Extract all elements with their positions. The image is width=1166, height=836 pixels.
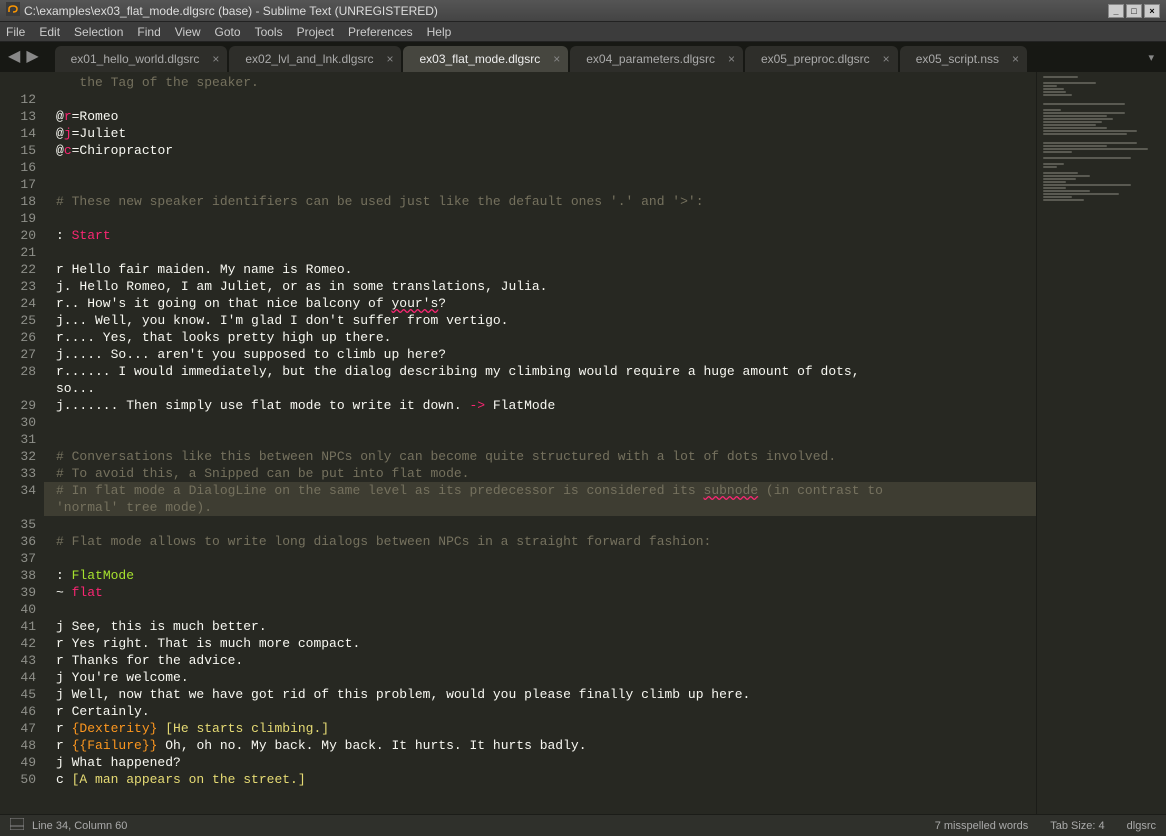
code-line[interactable]	[56, 244, 1036, 261]
tab-menu-icon[interactable]: ▾	[1148, 51, 1154, 64]
tab-ex05_script-nss[interactable]: ex05_script.nss ×	[900, 46, 1027, 72]
code-line[interactable]: # Conversations like this between NPCs o…	[56, 448, 1036, 465]
code-line[interactable]: j..... So... aren't you supposed to clim…	[56, 346, 1036, 363]
code-line[interactable]	[56, 176, 1036, 193]
code-line[interactable]: c [A man appears on the street.]	[56, 771, 1036, 788]
menu-find[interactable]: Find	[137, 25, 160, 39]
maximize-button[interactable]: □	[1126, 4, 1142, 18]
editor-area: 1213141516171819202122232425262728293031…	[0, 72, 1166, 814]
code-line[interactable]: @r=Romeo	[56, 108, 1036, 125]
code-line[interactable]: r...... I would immediately, but the dia…	[56, 363, 1036, 380]
code-line[interactable]: j. Hello Romeo, I am Juliet, or as in so…	[56, 278, 1036, 295]
menu-tools[interactable]: Tools	[255, 25, 283, 39]
code-line[interactable]: j See, this is much better.	[56, 618, 1036, 635]
tab-ex02_lvl_and_lnk-dlgsrc[interactable]: ex02_lvl_and_lnk.dlgsrc ×	[229, 46, 401, 72]
menu-bar: File Edit Selection Find View Goto Tools Projec…	[0, 22, 1166, 42]
panel-switcher-icon[interactable]	[10, 818, 32, 833]
app-icon	[6, 2, 24, 19]
minimize-button[interactable]: _	[1108, 4, 1124, 18]
window-title: C:\examples\ex03_flat_mode.dlgsrc (base)…	[24, 4, 1106, 18]
tab-close-icon[interactable]: ×	[386, 52, 393, 66]
tab-close-icon[interactable]: ×	[728, 52, 735, 66]
code-line[interactable]: ~ flat	[56, 584, 1036, 601]
tab-close-icon[interactable]: ×	[212, 52, 219, 66]
tab-label: ex03_flat_mode.dlgsrc	[419, 52, 540, 66]
code-line[interactable]: j You're welcome.	[56, 669, 1036, 686]
title-bar: C:\examples\ex03_flat_mode.dlgsrc (base)…	[0, 0, 1166, 22]
menu-preferences[interactable]: Preferences	[348, 25, 413, 39]
code-line[interactable]	[56, 516, 1036, 533]
tab-nav-left-icon[interactable]: ◀	[8, 46, 20, 66]
code-line[interactable]: r Thanks for the advice.	[56, 652, 1036, 669]
menu-goto[interactable]: Goto	[215, 25, 241, 39]
code-line[interactable]: r {{Failure}} Oh, oh no. My back. My bac…	[56, 737, 1036, 754]
code-line[interactable]: : Start	[56, 227, 1036, 244]
tab-label: ex02_lvl_and_lnk.dlgsrc	[245, 52, 373, 66]
code-line[interactable]	[56, 414, 1036, 431]
code-line[interactable]: j What happened?	[56, 754, 1036, 771]
menu-selection[interactable]: Selection	[74, 25, 123, 39]
code-line[interactable]: r Hello fair maiden. My name is Romeo.	[56, 261, 1036, 278]
code-line[interactable]: @j=Juliet	[56, 125, 1036, 142]
tab-bar: ◀ ▶ ex01_hello_world.dlgsrc×ex02_lvl_and…	[0, 42, 1166, 72]
code-line[interactable]	[56, 601, 1036, 618]
code-line[interactable]: # In flat mode a DialogLine on the same …	[44, 482, 1036, 499]
code-line[interactable]: r.. How's it going on that nice balcony …	[56, 295, 1036, 312]
code-line[interactable]: r Yes right. That is much more compact.	[56, 635, 1036, 652]
tab-label: ex05_preproc.dlgsrc	[761, 52, 870, 66]
status-syntax[interactable]: dlgsrc	[1127, 820, 1156, 832]
menu-file[interactable]: File	[6, 25, 25, 39]
code-line[interactable]	[56, 550, 1036, 567]
menu-view[interactable]: View	[175, 25, 201, 39]
code-line[interactable]: the Tag of the speaker.	[56, 74, 1036, 91]
tab-ex04_parameters-dlgsrc[interactable]: ex04_parameters.dlgsrc ×	[570, 46, 743, 72]
tab-ex01_hello_world-dlgsrc[interactable]: ex01_hello_world.dlgsrc ×	[55, 46, 228, 72]
code-line[interactable]: # These new speaker identifiers can be u…	[56, 193, 1036, 210]
code-line[interactable]: j... Well, you know. I'm glad I don't su…	[56, 312, 1036, 329]
code-line[interactable]: # Flat mode allows to write long dialogs…	[56, 533, 1036, 550]
code-editor[interactable]: the Tag of the speaker. @r=Romeo@j=Juliet…	[44, 72, 1036, 814]
tab-close-icon[interactable]: ×	[883, 52, 890, 66]
tab-label: ex04_parameters.dlgsrc	[586, 52, 715, 66]
code-line[interactable]	[56, 431, 1036, 448]
close-button[interactable]: ×	[1144, 4, 1160, 18]
tab-ex03_flat_mode-dlgsrc[interactable]: ex03_flat_mode.dlgsrc ×	[403, 46, 568, 72]
tab-close-icon[interactable]: ×	[553, 52, 560, 66]
tab-ex05_preproc-dlgsrc[interactable]: ex05_preproc.dlgsrc ×	[745, 46, 898, 72]
code-line[interactable]: j....... Then simply use flat mode to wr…	[56, 397, 1036, 414]
code-line[interactable]	[56, 91, 1036, 108]
code-line[interactable]: r {Dexterity} [He starts climbing.]	[56, 720, 1036, 737]
code-line[interactable]: r.... Yes, that looks pretty high up the…	[56, 329, 1036, 346]
status-bar: Line 34, Column 60 7 misspelled words Ta…	[0, 814, 1166, 836]
code-line[interactable]: so...	[56, 380, 1036, 397]
status-position[interactable]: Line 34, Column 60	[32, 820, 127, 832]
tab-label: ex01_hello_world.dlgsrc	[71, 52, 200, 66]
code-line[interactable]: : FlatMode	[56, 567, 1036, 584]
code-line[interactable]: r Certainly.	[56, 703, 1036, 720]
code-line[interactable]: 'normal' tree mode).	[44, 499, 1036, 516]
menu-help[interactable]: Help	[427, 25, 452, 39]
status-tabsize[interactable]: Tab Size: 4	[1050, 820, 1104, 832]
minimap[interactable]	[1036, 72, 1166, 814]
status-spell[interactable]: 7 misspelled words	[935, 820, 1029, 832]
code-line[interactable]	[56, 210, 1036, 227]
tab-nav-right-icon[interactable]: ▶	[26, 46, 38, 66]
tab-label: ex05_script.nss	[916, 52, 999, 66]
code-line[interactable]	[56, 159, 1036, 176]
menu-edit[interactable]: Edit	[39, 25, 60, 39]
code-line[interactable]: # To avoid this, a Snipped can be put in…	[56, 465, 1036, 482]
tab-close-icon[interactable]: ×	[1012, 52, 1019, 66]
code-line[interactable]: @c=Chiropractor	[56, 142, 1036, 159]
gutter: 1213141516171819202122232425262728293031…	[0, 72, 44, 814]
menu-project[interactable]: Project	[297, 25, 334, 39]
code-line[interactable]: j Well, now that we have got rid of this…	[56, 686, 1036, 703]
